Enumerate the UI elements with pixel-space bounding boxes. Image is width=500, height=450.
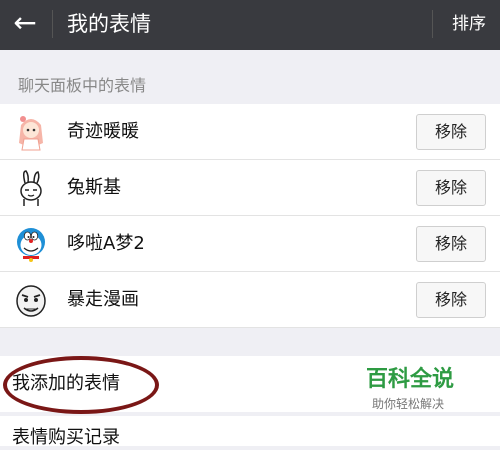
sticker-name: 哆啦A梦2	[67, 233, 145, 254]
highlight-ellipse	[3, 356, 159, 414]
divider	[52, 10, 53, 38]
remove-button[interactable]: 移除	[416, 114, 486, 150]
divider	[432, 10, 433, 38]
watermark-subtitle: 助你轻松解决	[372, 397, 445, 411]
doraemon-sticker-icon	[12, 225, 50, 263]
sticker-name: 奇迹暖暖	[67, 121, 139, 142]
watermark-title: 百科全说	[366, 367, 455, 392]
sticker-row: 哆啦A梦2 移除	[0, 216, 500, 272]
rage-face-sticker-icon	[12, 281, 50, 319]
section-label-chat-panel: 聊天面板中的表情	[18, 76, 147, 95]
rabbit-sticker-icon	[12, 169, 50, 207]
girl-sticker-icon	[12, 113, 50, 151]
sort-button[interactable]: 排序	[452, 12, 486, 36]
remove-button[interactable]: 移除	[416, 170, 486, 206]
remove-button[interactable]: 移除	[416, 282, 486, 318]
divider	[0, 327, 500, 328]
sticker-name: 兔斯基	[67, 177, 121, 198]
back-arrow-icon[interactable]: ←	[10, 8, 40, 38]
sticker-name: 暴走漫画	[67, 289, 139, 310]
sticker-row: 暴走漫画 移除	[0, 272, 500, 328]
purchase-history-label: 表情购买记录	[12, 427, 120, 448]
remove-button[interactable]: 移除	[416, 226, 486, 262]
purchase-history-item[interactable]: 表情购买记录	[0, 416, 500, 448]
app-bar: ← 我的表情 排序	[0, 0, 500, 50]
sticker-row: 兔斯基 移除	[0, 160, 500, 216]
sticker-row: 奇迹暖暖 移除	[0, 104, 500, 160]
page-title: 我的表情	[67, 12, 151, 36]
